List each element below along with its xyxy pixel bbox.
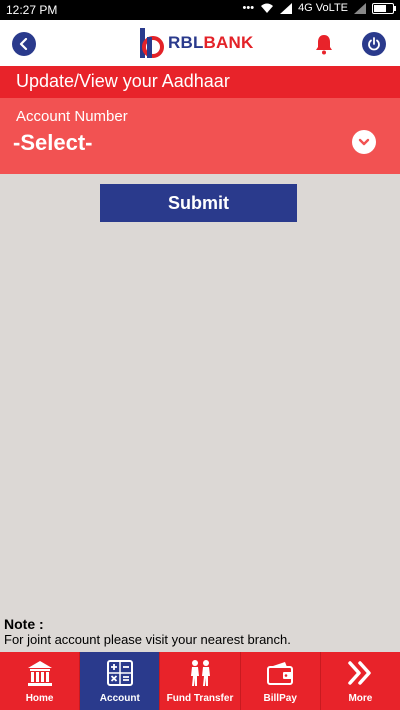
nav-billpay[interactable]: BillPay [241, 652, 321, 710]
network-type: 4G VoLTE [298, 2, 348, 14]
nav-more-label: More [348, 693, 373, 704]
nav-home[interactable]: Home [0, 652, 81, 710]
account-dropdown-button[interactable] [352, 130, 376, 154]
status-bar: 12:27 PM ••• 4G VoLTE [0, 0, 400, 20]
wifi-icon [261, 3, 274, 13]
note-title: Note : [4, 616, 44, 632]
signal-icon-2 [354, 2, 366, 14]
bottom-navigation: Home Account Fund Transfer BillPay More [0, 652, 400, 710]
rbl-bank-logo: RBLBANK [138, 26, 253, 60]
bell-icon[interactable] [312, 32, 336, 56]
nav-billpay-label: BillPay [263, 693, 297, 704]
signal-icon [280, 2, 293, 14]
account-select-panel[interactable]: Account Number -Select- [0, 98, 400, 174]
dots-icon: ••• [242, 2, 255, 14]
note-section: Note : For joint account please visit yo… [4, 616, 291, 647]
nav-account-label: Account [99, 693, 140, 704]
power-button[interactable] [362, 32, 386, 56]
submit-button[interactable]: Submit [100, 184, 297, 222]
chevron-left-icon [19, 38, 28, 50]
nav-account[interactable]: Account [80, 652, 161, 710]
wallet-icon [267, 662, 294, 685]
account-select-value[interactable]: -Select- [13, 130, 92, 156]
nav-fund-transfer[interactable]: Fund Transfer [160, 652, 241, 710]
page-title-bar: Update/View your Aadhaar [0, 66, 400, 98]
power-icon [368, 37, 380, 51]
bank-building-icon [27, 661, 52, 686]
double-chevron-right-icon [348, 661, 372, 685]
logo-text-bank: BANK [203, 33, 254, 52]
people-transfer-icon [191, 660, 210, 686]
nav-more[interactable]: More [321, 652, 400, 710]
rbl-logo-mark [140, 28, 164, 58]
app-header: RBLBANK [0, 20, 400, 66]
chevron-down-icon [358, 138, 370, 146]
account-number-label: Account Number [16, 108, 128, 125]
nav-fund-transfer-label: Fund Transfer [166, 693, 234, 704]
calculator-icon [106, 660, 133, 686]
nav-home-label: Home [25, 693, 54, 704]
battery-icon [372, 2, 396, 14]
status-time: 12:27 PM [6, 3, 58, 17]
back-button[interactable] [12, 32, 36, 56]
note-text: For joint account please visit your near… [4, 632, 291, 647]
status-icons: ••• 4G VoLTE [242, 2, 396, 14]
logo-text-rbl: RBL [168, 33, 204, 52]
page-title: Update/View your Aadhaar [16, 71, 230, 91]
